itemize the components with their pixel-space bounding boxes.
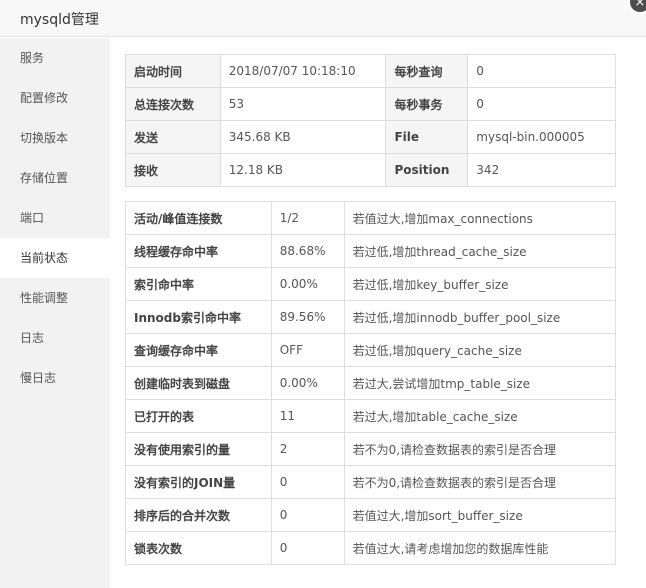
metric-label: 创建临时表到磁盘 <box>125 366 272 400</box>
table-row: 索引命中率 0.00% 若过低,增加key_buffer_size <box>125 267 617 301</box>
metric-value: 0 <box>270 465 345 499</box>
summary-value: 345.68 KB <box>219 120 387 154</box>
metric-label: 没有使用索引的量 <box>125 432 272 466</box>
table-row: 没有使用索引的量 2 若不为0,请检查数据表的索引是否合理 <box>125 432 617 466</box>
sidebar-item-switch-version[interactable]: 切换版本 <box>0 118 110 158</box>
summary-label: 每秒事务 <box>385 87 469 121</box>
summary-value: 53 <box>219 87 387 121</box>
table-row: 锁表次数 0 若值过大,请考虑增加您的数据库性能 <box>125 531 617 565</box>
metric-label: 没有索引的JOIN量 <box>125 465 272 499</box>
summary-label: 发送 <box>125 120 221 154</box>
table-row: 启动时间 2018/07/07 10:18:10 每秒查询 0 <box>125 54 616 88</box>
table-row: 接收 12.18 KB Position 342 <box>125 153 616 187</box>
table-row: Innodb索引命中率 89.56% 若过低,增加innodb_buffer_poo… <box>125 300 617 334</box>
metric-label: 查询缓存命中率 <box>125 333 272 367</box>
table-row: 创建临时表到磁盘 0.00% 若过大,尝试增加tmp_table_size <box>125 366 617 400</box>
table-row: 已打开的表 11 若过大,增加table_cache_size <box>125 399 617 433</box>
summary-value: 342 <box>467 153 616 187</box>
sidebar: 服务 配置修改 切换版本 存储位置 端口 当前状态 性能调整 日志 慢日志 <box>0 38 110 588</box>
metric-advice: 若过低,增加key_buffer_size <box>343 267 617 301</box>
metric-advice: 若值过大,请考虑增加您的数据库性能 <box>343 531 617 565</box>
metric-value: 0 <box>270 498 345 532</box>
metric-label: 活动/峰值连接数 <box>125 201 272 235</box>
metric-advice: 若值过大,增加max_connections <box>343 201 617 235</box>
table-row: 没有索引的JOIN量 0 若不为0,请检查数据表的索引是否合理 <box>125 465 617 499</box>
metric-value: 0.00% <box>270 267 345 301</box>
summary-label: File <box>385 120 469 154</box>
metric-advice: 若过大,尝试增加tmp_table_size <box>343 366 617 400</box>
main-content: 启动时间 2018/07/07 10:18:10 每秒查询 0 总连接次数 53 每秒事务 0… <box>110 38 646 588</box>
metric-advice: 若值过大,增加sort_buffer_size <box>343 498 617 532</box>
table-row: 排序后的合并次数 0 若值过大,增加sort_buffer_size <box>125 498 617 532</box>
metric-advice: 若不为0,请检查数据表的索引是否合理 <box>343 465 617 499</box>
metric-advice: 若过低,增加thread_cache_size <box>343 234 617 268</box>
metric-value: 89.56% <box>270 300 345 334</box>
metric-advice: 若过低,增加innodb_buffer_pool_size <box>343 300 617 334</box>
summary-value: 2018/07/07 10:18:10 <box>219 54 387 88</box>
metric-label: 索引命中率 <box>125 267 272 301</box>
metric-value: OFF <box>270 333 345 367</box>
summary-value: 0 <box>467 87 616 121</box>
metric-advice: 若不为0,请检查数据表的索引是否合理 <box>343 432 617 466</box>
metric-value: 11 <box>270 399 345 433</box>
summary-label: 启动时间 <box>125 54 221 88</box>
metric-label: 已打开的表 <box>125 399 272 433</box>
summary-value: 12.18 KB <box>219 153 387 187</box>
performance-metrics-table: 活动/峰值连接数 1/2 若值过大,增加max_connections 线程缓存命中率… <box>125 201 617 565</box>
summary-label: Position <box>385 153 469 187</box>
metric-value: 88.68% <box>270 234 345 268</box>
sidebar-item-port[interactable]: 端口 <box>0 198 110 238</box>
table-row: 活动/峰值连接数 1/2 若值过大,增加max_connections <box>125 201 617 235</box>
sidebar-item-performance[interactable]: 性能调整 <box>0 278 110 318</box>
metric-value: 0.00% <box>270 366 345 400</box>
sidebar-item-slow-log[interactable]: 慢日志 <box>0 358 110 398</box>
table-row: 查询缓存命中率 OFF 若过低,增加query_cache_size <box>125 333 617 367</box>
summary-value: 0 <box>467 54 616 88</box>
window-title: mysqld管理 <box>20 12 99 28</box>
metric-value: 1/2 <box>270 201 345 235</box>
metric-advice: 若过大,增加table_cache_size <box>343 399 617 433</box>
summary-label: 每秒查询 <box>385 54 469 88</box>
summary-label: 接收 <box>125 153 221 187</box>
metric-label: 锁表次数 <box>125 531 272 565</box>
sidebar-item-log[interactable]: 日志 <box>0 318 110 358</box>
summary-label: 总连接次数 <box>125 87 221 121</box>
metric-label: 线程缓存命中率 <box>125 234 272 268</box>
table-row: 总连接次数 53 每秒事务 0 <box>125 87 616 121</box>
sidebar-item-config[interactable]: 配置修改 <box>0 78 110 118</box>
metric-label: 排序后的合并次数 <box>125 498 272 532</box>
window-titlebar: mysqld管理 <box>0 0 646 37</box>
summary-value: mysql-bin.000005 <box>467 120 616 154</box>
status-summary-table: 启动时间 2018/07/07 10:18:10 每秒查询 0 总连接次数 53 每秒事务 0… <box>125 54 616 187</box>
metric-label: Innodb索引命中率 <box>125 300 272 334</box>
sidebar-item-status[interactable]: 当前状态 <box>0 238 110 278</box>
table-row: 线程缓存命中率 88.68% 若过低,增加thread_cache_size <box>125 234 617 268</box>
metric-value: 2 <box>270 432 345 466</box>
sidebar-item-storage[interactable]: 存储位置 <box>0 158 110 198</box>
sidebar-item-service[interactable]: 服务 <box>0 38 110 78</box>
metric-value: 0 <box>270 531 345 565</box>
table-row: 发送 345.68 KB File mysql-bin.000005 <box>125 120 616 154</box>
metric-advice: 若过低,增加query_cache_size <box>343 333 617 367</box>
